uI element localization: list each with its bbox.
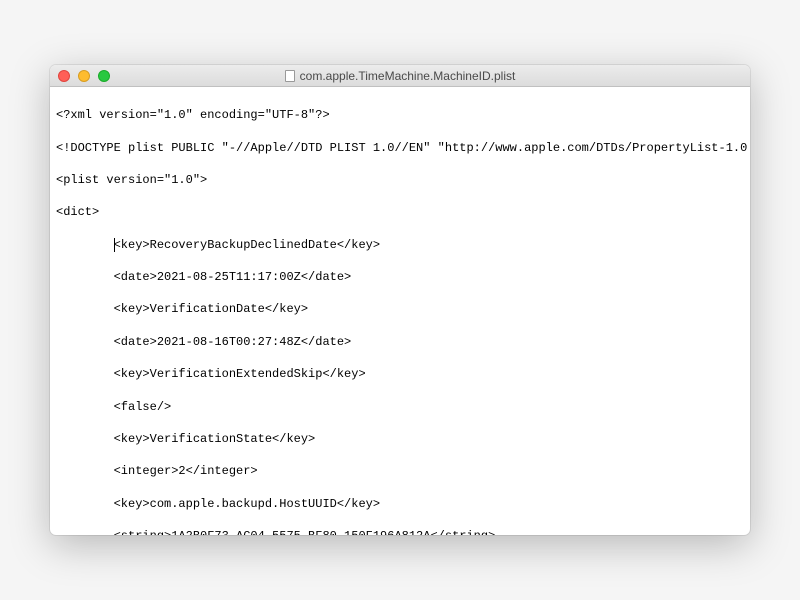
plist-line: <key>VerificationDate</key> [56,301,744,317]
plist-line: <key>RecoveryBackupDeclinedDate</key> [56,237,744,253]
traffic-lights [50,70,110,82]
plist-text: <key>RecoveryBackupDeclinedDate</key> [114,238,380,252]
title-center: com.apple.TimeMachine.MachineID.plist [50,69,750,83]
plist-open: <plist version="1.0"> [56,172,744,188]
titlebar[interactable]: com.apple.TimeMachine.MachineID.plist [50,65,750,87]
plist-line: <string>1A2B0F73-AC04-5575-BF80-150F196A… [56,528,744,535]
plist-line: <key>com.apple.backupd.HostUUID</key> [56,496,744,512]
minimize-icon[interactable] [78,70,90,82]
close-icon[interactable] [58,70,70,82]
editor-window: com.apple.TimeMachine.MachineID.plist <?… [50,65,750,535]
window-title: com.apple.TimeMachine.MachineID.plist [300,69,516,83]
zoom-icon[interactable] [98,70,110,82]
xml-declaration: <?xml version="1.0" encoding="UTF-8"?> [56,107,744,123]
plist-line: <date>2021-08-16T00:27:48Z</date> [56,334,744,350]
plist-line: <key>VerificationExtendedSkip</key> [56,366,744,382]
plist-line: <key>VerificationState</key> [56,431,744,447]
doctype: <!DOCTYPE plist PUBLIC "-//Apple//DTD PL… [56,140,744,156]
plist-line: <integer>2</integer> [56,463,744,479]
document-icon [285,70,295,82]
plist-line: <false/> [56,399,744,415]
plist-line: <date>2021-08-25T11:17:00Z</date> [56,269,744,285]
text-content[interactable]: <?xml version="1.0" encoding="UTF-8"?> <… [50,87,750,535]
dict-open: <dict> [56,204,744,220]
